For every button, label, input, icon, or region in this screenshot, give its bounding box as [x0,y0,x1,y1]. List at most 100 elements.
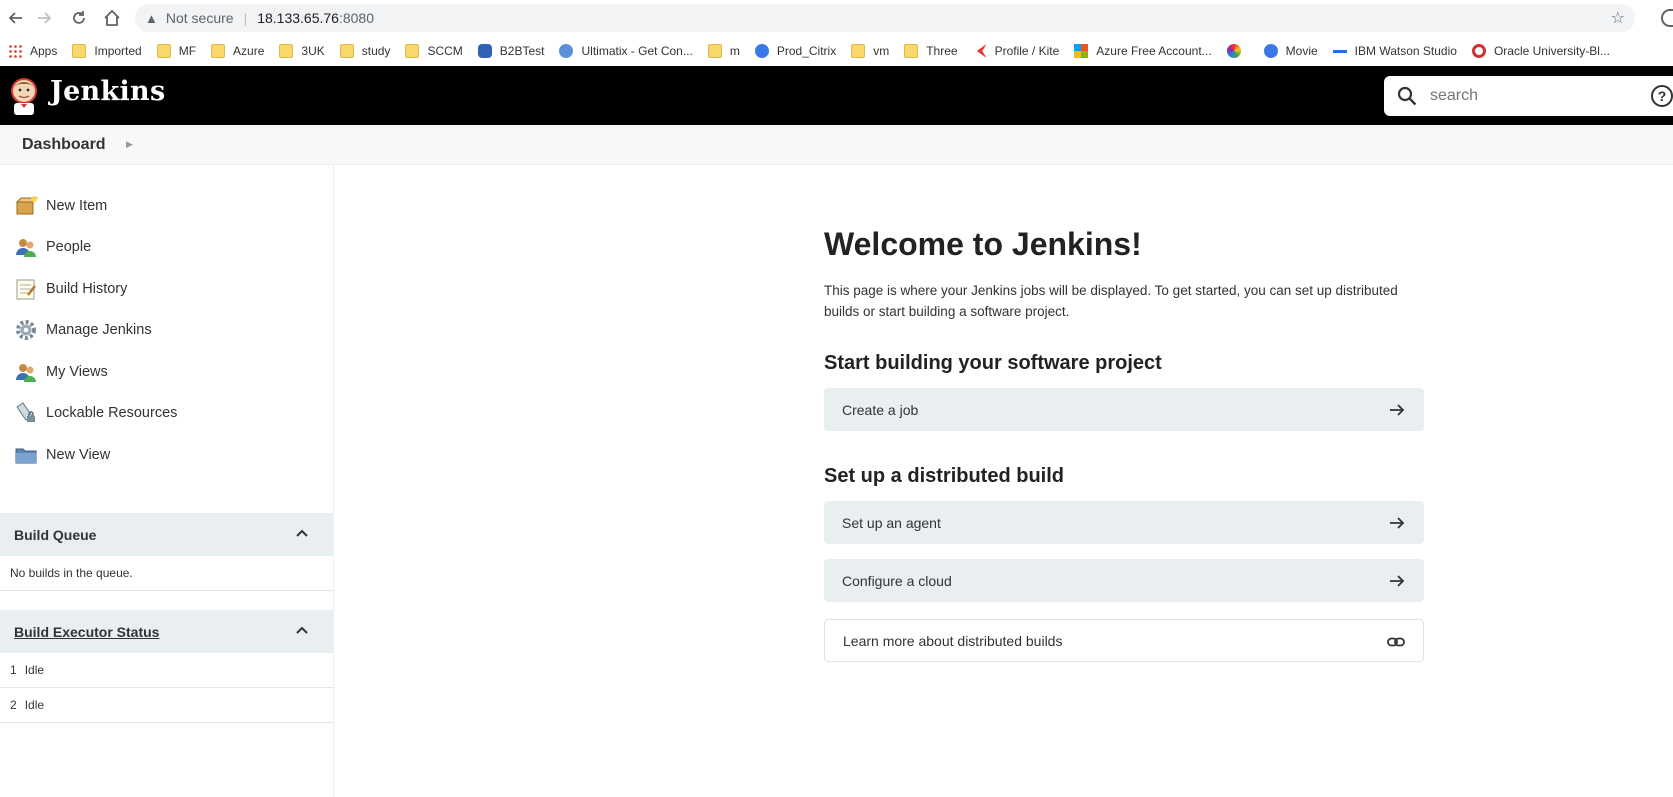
folder-icon [14,443,38,467]
task-label: People [46,239,92,255]
bookmark-item[interactable]: IBM Watson Studio [1332,44,1457,58]
folder-icon [279,44,294,58]
executor-state: Idle [24,698,45,712]
bookmark-label: Three [926,44,958,58]
intro-text: This page is where your Jenkins jobs wil… [824,283,1398,319]
bookmark-label: MF [178,44,197,58]
gear-icon [14,318,38,342]
bookmark-item[interactable]: Prod_Citrix [754,44,837,58]
task-my-views[interactable]: My Views [14,359,108,385]
apps-grid-icon [8,44,22,58]
create-job-button[interactable]: Create a job [824,388,1424,431]
tata-icon [559,44,574,58]
bookmark-item[interactable]: Profile / Kite [973,44,1059,58]
task-label: New Item [46,198,108,214]
build-queue-empty: No builds in the queue. [0,556,333,591]
jenkins-brand-title[interactable]: Jenkins [50,76,165,107]
section-software-project: Start building your software project [824,352,1162,374]
bookmark-item[interactable]: study [339,44,390,58]
setup-agent-label: Set up an agent [842,514,941,531]
build-queue-header: Build Queue [0,513,333,556]
bookmark-item[interactable]: MF [156,44,197,58]
arrow-right-icon [1390,517,1405,529]
arrow-right-icon [1390,404,1405,416]
task-new-item[interactable]: New Item [14,193,107,219]
lockable-resources-icon [14,401,38,425]
url-host: 18.133.65.76 [257,10,339,26]
breadcrumb: Dashboard ▶ [0,125,1673,165]
build-queue-title: Build Queue [14,526,97,543]
bookmark-item[interactable]: Azure [211,44,264,58]
citrix-icon [754,44,769,58]
security-label: Not secure [165,10,234,26]
build-history-icon [14,277,38,301]
configure-cloud-button[interactable]: Configure a cloud [824,559,1424,602]
bookmark-star-icon[interactable]: ☆ [1611,8,1625,28]
bookmark-item[interactable]: Apps [8,44,57,58]
bookmark-item[interactable]: Oracle University-Bl... [1471,44,1610,58]
bookmark-item[interactable] [1226,44,1249,58]
profile-icon[interactable] [1661,9,1673,27]
search-box[interactable]: ? [1384,76,1673,116]
sidebar: New Item People Build History Manage Jen… [0,165,334,797]
executor-state: Idle [24,663,45,677]
chevron-up-icon[interactable] [295,623,309,637]
bookmarks-bar: Apps Imported MF Azure 3UK study SCCM B2BTest Ul… [0,36,1673,66]
folder-icon [904,44,919,58]
task-build-history[interactable]: Build History [14,276,127,302]
executor-status-title[interactable]: Build Executor Status [14,624,159,640]
breadcrumb-chevron-icon[interactable]: ▶ [126,139,133,150]
folder-icon [851,44,866,58]
bookmark-item[interactable]: Three [904,44,958,58]
forward-arrow-icon[interactable] [34,7,56,29]
multicolor-site-icon [1226,44,1241,58]
bookmark-label: SCCM [427,44,463,58]
task-new-view[interactable]: New View [14,442,110,468]
bookmark-label: Imported [94,44,142,58]
bookmark-label: m [729,44,740,58]
bookmark-item[interactable]: vm [851,44,889,58]
oracle-icon [1471,44,1486,58]
jenkins-logo-icon[interactable] [9,77,39,115]
learn-more-label: Learn more about distributed builds [843,632,1063,649]
task-people[interactable]: People [14,234,91,260]
bookmark-label: Prod_Citrix [776,44,837,58]
learn-more-link[interactable]: Learn more about distributed builds [824,619,1424,662]
people-icon [14,360,38,384]
people-icon [14,235,38,259]
warning-icon: ▲ [145,10,158,26]
executor-row: 1 Idle [0,653,333,688]
folder-icon [405,44,420,58]
home-icon[interactable] [101,7,123,29]
bookmark-label: Apps [30,44,58,58]
breadcrumb-dashboard[interactable]: Dashboard [22,136,106,154]
folder-icon [72,44,87,58]
address-bar[interactable]: ▲ Not secure | 18.133.65.76:8080 ☆ [135,4,1635,32]
bookmark-item[interactable]: m [707,44,740,58]
bookmark-label: Oracle University-Bl... [1493,44,1610,58]
chevron-up-icon[interactable] [295,526,309,540]
bookmark-label: Ultimatix - Get Con... [581,44,693,58]
help-icon[interactable]: ? [1651,85,1673,107]
url-port: :8080 [338,10,375,26]
task-label: Lockable Resources [46,405,178,421]
create-job-label: Create a job [842,401,919,418]
task-lockable-resources[interactable]: Lockable Resources [14,400,177,426]
search-input[interactable] [1430,87,1630,105]
setup-agent-button[interactable]: Set up an agent [824,501,1424,544]
bookmark-item[interactable]: Ultimatix - Get Con... [559,44,693,58]
bookmark-item[interactable]: SCCM [405,44,463,58]
bookmark-item[interactable]: Azure Free Account... [1074,44,1212,58]
address-separator: | [243,10,248,26]
bookmark-item[interactable]: B2BTest [477,44,544,58]
bookmark-label: Movie [1285,44,1318,58]
reload-icon[interactable] [68,7,90,29]
task-label: Manage Jenkins [46,322,152,338]
bookmark-label: IBM Watson Studio [1354,44,1457,58]
task-manage-jenkins[interactable]: Manage Jenkins [14,317,152,343]
bookmark-item[interactable]: Movie [1263,44,1318,58]
task-label: My Views [46,364,108,380]
back-arrow-icon[interactable] [4,7,26,29]
bookmark-item[interactable]: 3UK [279,44,325,58]
bookmark-item[interactable]: Imported [72,44,142,58]
